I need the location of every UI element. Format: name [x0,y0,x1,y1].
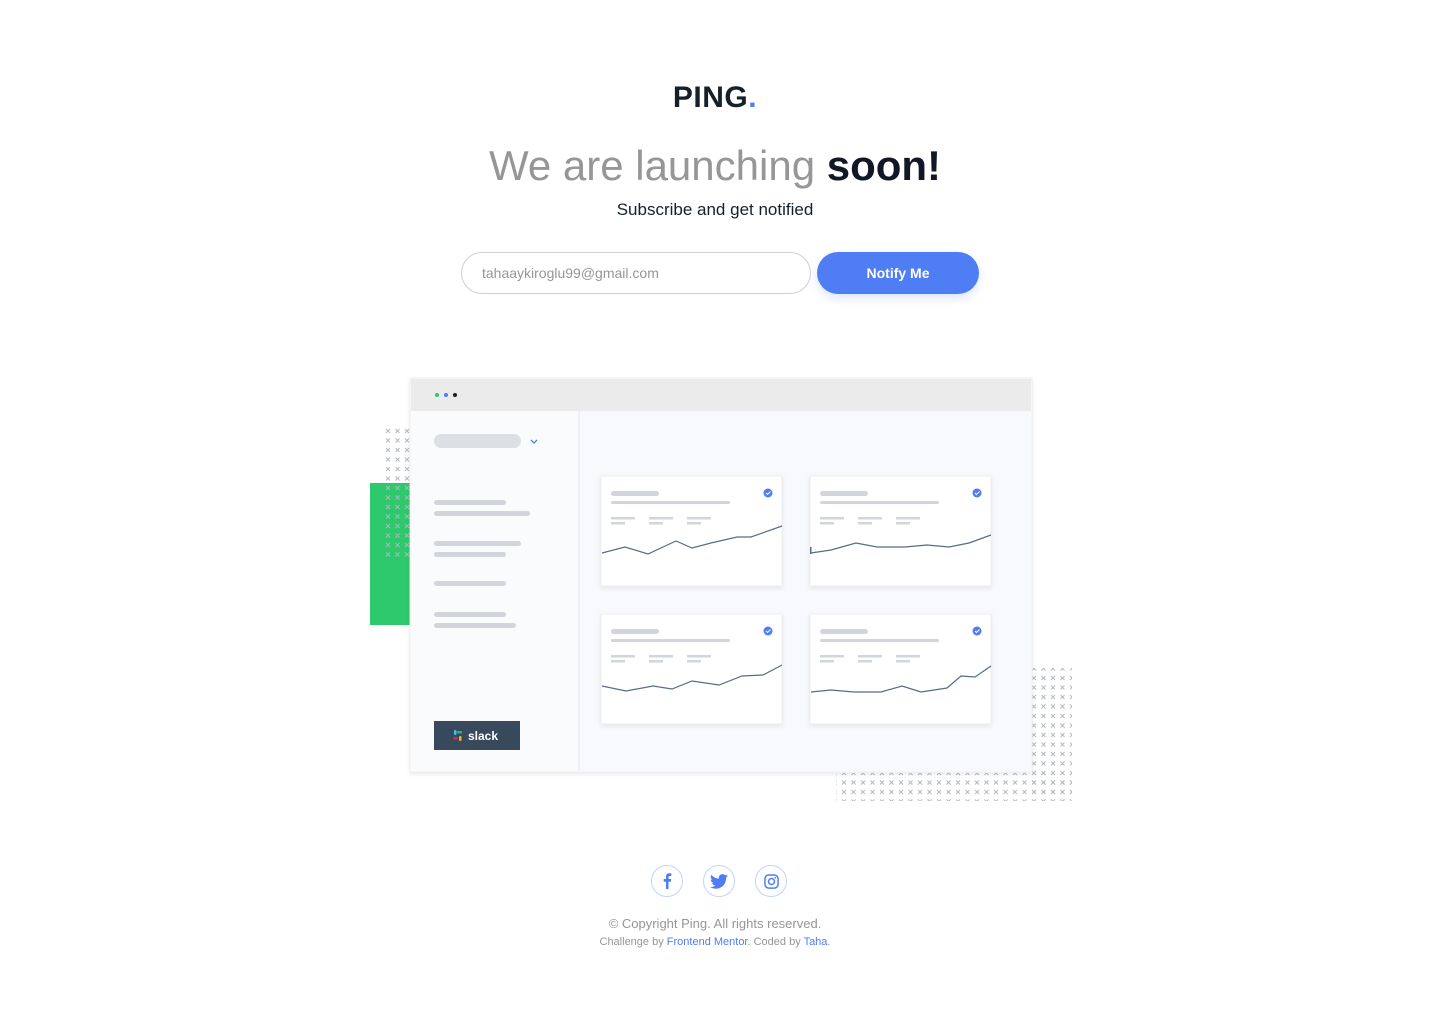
page: PING. We are launching soon! Subscribe a… [0,0,1430,1033]
coded-suffix: . [827,936,831,948]
instagram-icon [763,873,779,889]
window-dot-dark [453,393,457,397]
instagram-button[interactable] [755,865,787,897]
subtitle: Subscribe and get notified [616,200,814,219]
dashboard-sidebar [411,411,578,771]
author-link[interactable]: Taha [804,936,828,948]
twitter-button[interactable] [703,865,735,897]
logo-text: PING [672,81,749,114]
slack-badge: slack [434,721,520,750]
headline-light: We are launching [488,142,827,189]
dashboard-illustration: slack [370,377,1072,801]
headline: We are launching soon! [0,140,1430,192]
check-icon [972,626,982,636]
sidebar-dropdown [434,434,521,448]
headline-strong: soon! [826,142,942,189]
facebook-button[interactable] [651,865,683,897]
logo: PING. [0,80,1430,116]
check-icon [763,488,773,498]
window-dot-blue [444,393,448,397]
facebook-icon [663,873,672,889]
challenge-prefix: Challenge by [599,936,667,948]
slack-label: slack [468,729,498,743]
check-icon [763,626,773,636]
coded-prefix: . Coded by [747,936,804,948]
social-links [651,865,789,899]
email-input[interactable] [461,252,811,294]
frontend-mentor-link[interactable]: Frontend Mentor [667,936,748,948]
browser-titlebar [411,379,1031,411]
notify-me-button[interactable]: Notify Me [817,252,979,294]
window-dot-green [435,393,439,397]
x-pattern-bottom [836,773,1072,801]
check-icon [972,488,982,498]
copyright-text: © Copyright Ping. All rights reserved. [608,916,822,931]
attribution: Challenge by Frontend Mentor. Coded by T… [0,934,1430,950]
twitter-icon [710,873,728,889]
logo-dot: . [748,81,758,114]
